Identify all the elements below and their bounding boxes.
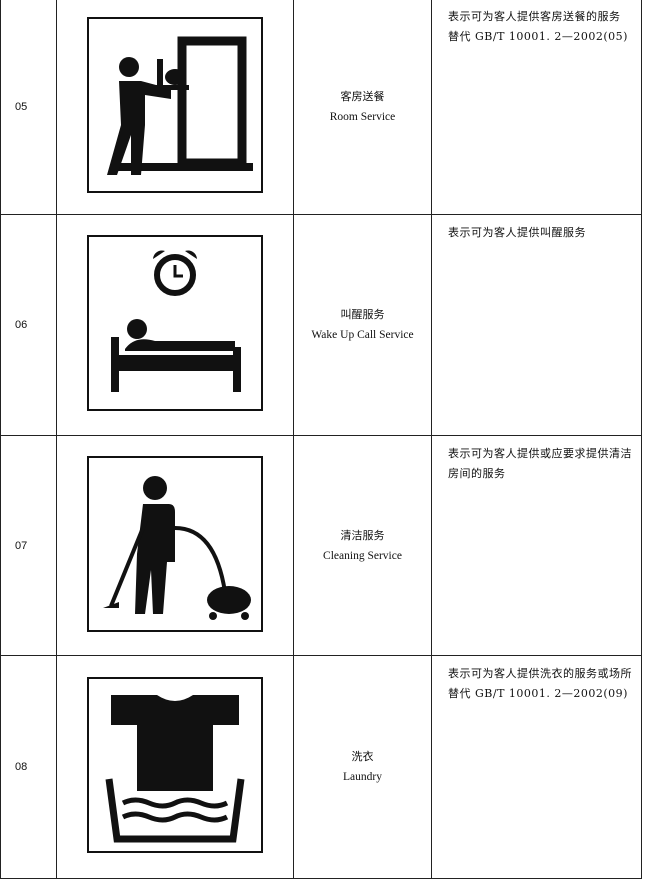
replaces-note: 替代 GB/T 10001. 2—2002(09) bbox=[448, 687, 628, 700]
table-row: 07 清洁服务 Cleaning Service 表示可为客人提供或应要求提供清洁… bbox=[0, 435, 642, 656]
name-cn: 洗衣 bbox=[351, 750, 374, 763]
pictogram-table: 05 客房送餐 Room Service 表示可为客人提供客房送餐的服务 替代 GB… bbox=[0, 0, 642, 879]
name-en: Cleaning Service bbox=[323, 549, 402, 562]
description: 表示可为客人提供洗衣的服务或场所 bbox=[448, 667, 632, 680]
code-cell: 06 bbox=[0, 214, 57, 436]
name-cn: 客房送餐 bbox=[340, 89, 385, 103]
name-en: Room Service bbox=[329, 110, 396, 123]
replaces-note: 替代 GB/T 10001. 2—2002(05) bbox=[448, 30, 628, 43]
name-cn: 清洁服务 bbox=[340, 528, 385, 542]
description: 表示可为客人提供客房送餐的服务 bbox=[448, 10, 621, 23]
code-cell: 07 bbox=[0, 435, 57, 656]
name-en: Laundry bbox=[343, 771, 382, 783]
name-cn: 叫醒服务 bbox=[340, 308, 385, 321]
wake-up-call-icon bbox=[87, 235, 263, 411]
table-row: 06 叫醒服务 Wake Up Call Service 表示可为客人提供叫醒服务 bbox=[0, 214, 642, 436]
laundry-icon bbox=[87, 677, 263, 853]
table-row: 08 洗衣 Laundry 表示可为客人提供洗衣的服务或场所 替代 GB/T 100… bbox=[0, 655, 642, 879]
name-en: Wake Up Call Service bbox=[311, 329, 414, 341]
code-cell: 05 bbox=[0, 0, 57, 215]
room-service-icon bbox=[87, 16, 263, 193]
code-cell: 08 bbox=[0, 655, 57, 879]
cleaning-service-icon bbox=[87, 455, 263, 632]
description: 表示可为客人提供或应要求提供清洁房间的服务 bbox=[448, 447, 632, 480]
table-row: 05 客房送餐 Room Service 表示可为客人提供客房送餐的服务 替代 GB… bbox=[0, 0, 642, 215]
description: 表示可为客人提供叫醒服务 bbox=[448, 226, 586, 239]
